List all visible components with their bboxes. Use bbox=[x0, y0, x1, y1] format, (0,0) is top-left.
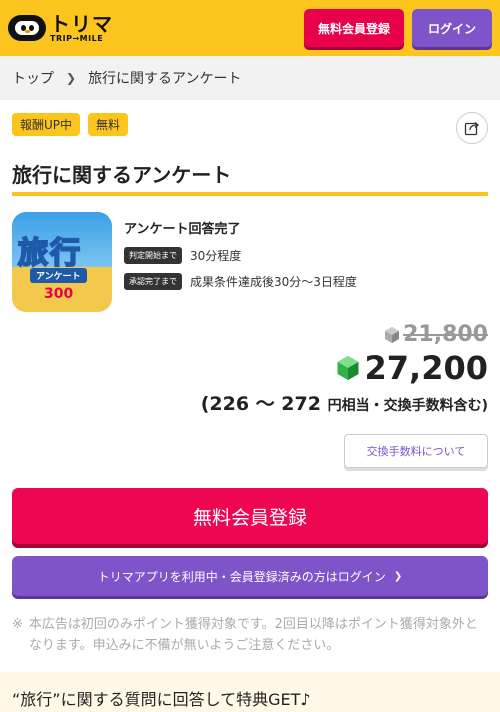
app-header: トリマ TRIP→MILE 無料会員登録 ログイン bbox=[0, 0, 500, 56]
green-gem-icon bbox=[337, 356, 359, 380]
condition-chip: 承認完了まで bbox=[124, 273, 182, 290]
register-button[interactable]: 無料会員登録 bbox=[12, 488, 488, 544]
original-points: 21,800 bbox=[403, 322, 488, 347]
points-block: 21,800 27,200 (226 〜 272 円相当・交換手数料含む) bbox=[12, 322, 488, 416]
offer-thumbnail: 旅行 アンケート 300 bbox=[12, 212, 112, 312]
thumbnail-title: 旅行 bbox=[17, 235, 82, 272]
share-icon bbox=[464, 122, 480, 136]
fee-info-button[interactable]: 交換手数料について bbox=[344, 434, 488, 468]
chevron-right-icon: ❯ bbox=[393, 570, 403, 582]
condition-title: アンケート回答完了 bbox=[124, 222, 241, 237]
login-button-label: トリマアプリを利用中・会員登録済みの方はログイン bbox=[97, 569, 386, 584]
current-points: 27,200 bbox=[364, 349, 488, 387]
badge-row: 報酬UP中 無料 bbox=[12, 112, 488, 144]
thumbnail-subtitle: アンケート bbox=[30, 268, 87, 283]
offer-info: 旅行 アンケート 300 アンケート回答完了 判定開始まで 30分程度 承認完了… bbox=[12, 212, 488, 312]
yen-equivalent: (226 〜 272 円相当・交換手数料含む) bbox=[200, 393, 488, 415]
header-login-button[interactable]: ログイン bbox=[412, 9, 492, 47]
disclaimer-note: ※ 本広告は初回のみポイント獲得対象です。2回目以降はポイント獲得対象外となりま… bbox=[12, 614, 488, 656]
gray-gem-icon bbox=[385, 326, 400, 343]
section-heading: “旅行”に関する質問に回答して特典GET♪ bbox=[0, 672, 500, 712]
note-text: 本広告は初回のみポイント獲得対象です。2回目以降はポイント獲得対象外となります。… bbox=[28, 617, 478, 653]
page-title: 旅行に関するアンケート bbox=[12, 159, 488, 196]
badge-reward-up: 報酬UP中 bbox=[12, 112, 81, 136]
trima-logo[interactable]: トリマ TRIP→MILE bbox=[8, 14, 113, 43]
condition-chip: 判定開始まで bbox=[124, 247, 182, 264]
condition-row: 承認完了まで 成果条件達成後30分～3日程度 bbox=[124, 273, 357, 290]
bird-face-icon bbox=[8, 15, 46, 41]
chevron-right-icon: ❯ bbox=[66, 71, 77, 85]
logo-subtitle: TRIP→MILE bbox=[50, 33, 104, 43]
login-button[interactable]: トリマアプリを利用中・会員登録済みの方はログイン ❯ bbox=[12, 556, 488, 596]
breadcrumb-home[interactable]: トップ bbox=[12, 68, 54, 88]
breadcrumb: トップ ❯ 旅行に関するアンケート bbox=[0, 56, 500, 100]
condition-text: 成果条件達成後30分～3日程度 bbox=[190, 275, 357, 289]
header-register-button[interactable]: 無料会員登録 bbox=[304, 9, 404, 47]
condition-text: 30分程度 bbox=[190, 249, 242, 263]
breadcrumb-current: 旅行に関するアンケート bbox=[88, 71, 242, 87]
condition-row: 判定開始まで 30分程度 bbox=[124, 247, 357, 264]
badge-free: 無料 bbox=[88, 112, 129, 136]
logo-title: トリマ bbox=[50, 11, 113, 36]
thumbnail-number: 300 bbox=[44, 286, 74, 302]
share-button[interactable] bbox=[456, 112, 488, 144]
note-mark: ※ bbox=[12, 617, 23, 632]
